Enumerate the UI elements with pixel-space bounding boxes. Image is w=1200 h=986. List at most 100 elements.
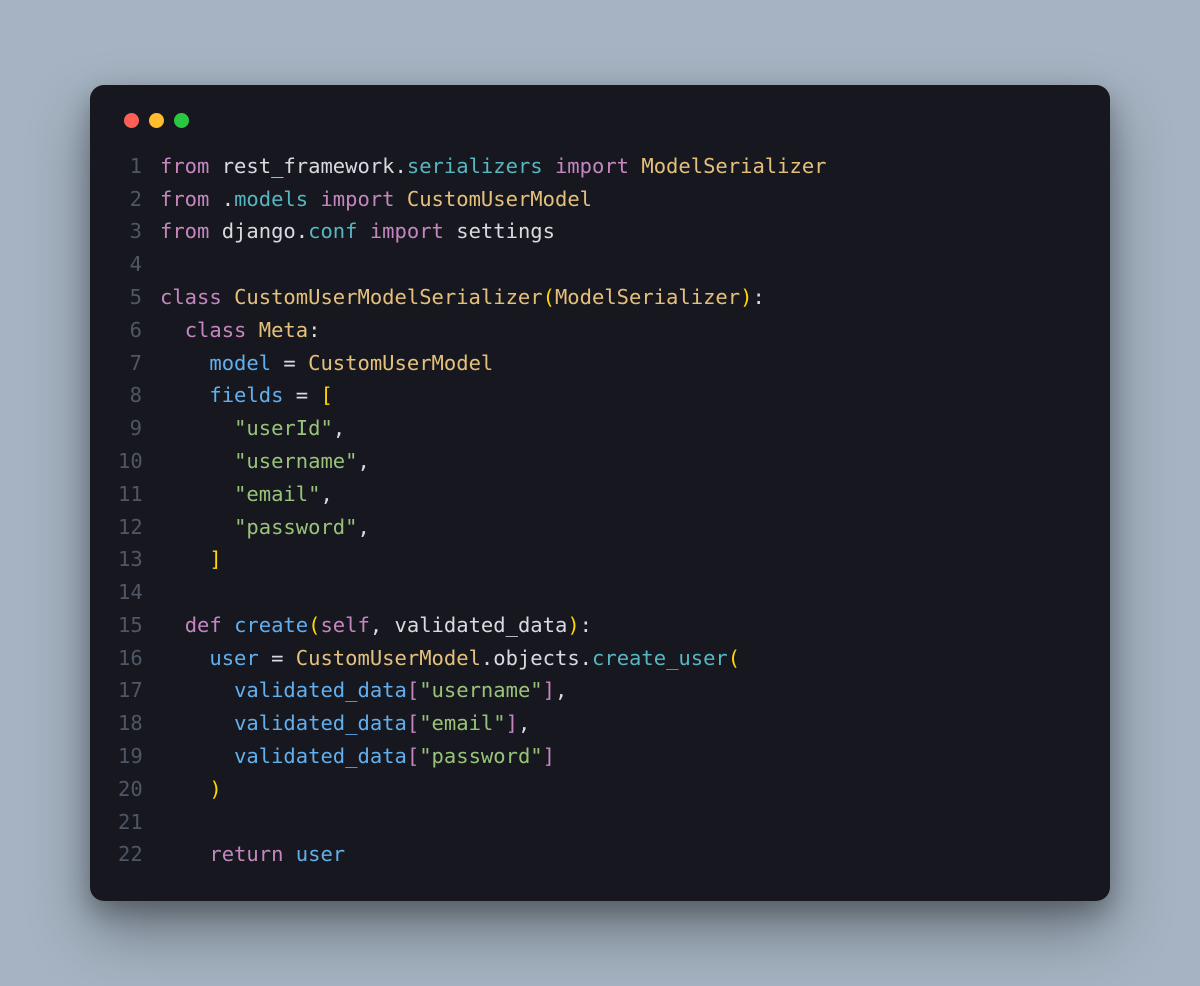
token-plain	[160, 777, 209, 801]
token-keyword: import	[543, 154, 642, 178]
token-func: conf	[308, 219, 357, 243]
token-ident: user	[209, 646, 258, 670]
token-plain	[160, 416, 234, 440]
token-punct: ,	[357, 515, 369, 539]
token-plain	[160, 744, 234, 768]
token-punct: :	[580, 613, 592, 637]
maximize-icon[interactable]	[174, 113, 189, 128]
token-class: CustomUserModel	[407, 187, 592, 211]
token-keyword: class	[185, 318, 259, 342]
code-line: 20 )	[118, 773, 1082, 806]
token-plain	[160, 515, 234, 539]
line-number: 12	[118, 511, 160, 544]
code-line: 22 return user	[118, 838, 1082, 871]
token-class: Meta	[259, 318, 308, 342]
token-func: models	[234, 187, 308, 211]
code-line: 3from django.conf import settings	[118, 215, 1082, 248]
line-number: 19	[118, 740, 160, 773]
token-punct: ,	[357, 449, 369, 473]
token-string: "password"	[419, 744, 542, 768]
code-line: 15 def create(self, validated_data):	[118, 609, 1082, 642]
line-number: 1	[118, 150, 160, 183]
code-line: 4	[118, 248, 1082, 281]
token-string: "username"	[419, 678, 542, 702]
token-punct: ,	[333, 416, 345, 440]
token-op: =	[271, 351, 308, 375]
line-content: from rest_framework.serializers import M…	[160, 150, 1082, 183]
token-plain	[160, 482, 234, 506]
token-string: "username"	[234, 449, 357, 473]
token-plain	[160, 711, 234, 735]
token-funcdef: create	[234, 613, 308, 637]
token-plain	[160, 646, 209, 670]
token-param: validated_data	[395, 613, 568, 637]
line-number: 16	[118, 642, 160, 675]
line-number: 4	[118, 248, 160, 281]
token-keyword: from	[160, 187, 222, 211]
token-bracket2: ]	[543, 744, 555, 768]
token-punct: :	[752, 285, 764, 309]
line-number: 6	[118, 314, 160, 347]
token-bracket2: [	[407, 744, 419, 768]
token-keyword: from	[160, 219, 222, 243]
token-bracket: (	[728, 646, 740, 670]
line-content	[160, 806, 1082, 839]
token-keyword: class	[160, 285, 234, 309]
token-dot: .	[222, 187, 234, 211]
line-content: from .models import CustomUserModel	[160, 183, 1082, 216]
token-keyword: from	[160, 154, 222, 178]
token-ident: model	[209, 351, 271, 375]
token-class: CustomUserModelSerializer	[234, 285, 543, 309]
line-number: 22	[118, 838, 160, 871]
token-plain	[160, 678, 234, 702]
line-number: 9	[118, 412, 160, 445]
minimize-icon[interactable]	[149, 113, 164, 128]
line-number: 13	[118, 543, 160, 576]
token-bracket2: ]	[506, 711, 518, 735]
code-line: 7 model = CustomUserModel	[118, 347, 1082, 380]
line-number: 14	[118, 576, 160, 609]
line-content: fields = [	[160, 379, 1082, 412]
line-number: 2	[118, 183, 160, 216]
token-string: "userId"	[234, 416, 333, 440]
token-op: =	[259, 646, 296, 670]
token-bracket2: ]	[543, 678, 555, 702]
token-bracket: )	[740, 285, 752, 309]
token-plain	[160, 613, 185, 637]
code-line: 9 "userId",	[118, 412, 1082, 445]
code-line: 2from .models import CustomUserModel	[118, 183, 1082, 216]
token-bracket: ]	[209, 547, 221, 571]
line-content: ]	[160, 543, 1082, 576]
token-bracket: (	[308, 613, 320, 637]
line-number: 8	[118, 379, 160, 412]
code-line: 12 "password",	[118, 511, 1082, 544]
code-line: 14	[118, 576, 1082, 609]
line-number: 3	[118, 215, 160, 248]
close-icon[interactable]	[124, 113, 139, 128]
token-dot: .	[481, 646, 493, 670]
code-line: 21	[118, 806, 1082, 839]
line-content: user = CustomUserModel.objects.create_us…	[160, 642, 1082, 675]
line-content: class Meta:	[160, 314, 1082, 347]
token-plain	[160, 449, 234, 473]
token-class: CustomUserModel	[296, 646, 481, 670]
code-line: 11 "email",	[118, 478, 1082, 511]
token-class: CustomUserModel	[308, 351, 493, 375]
line-content: validated_data["email"],	[160, 707, 1082, 740]
token-punct: ,	[370, 613, 395, 637]
traffic-lights	[118, 109, 1082, 150]
code-editor[interactable]: 1from rest_framework.serializers import …	[118, 150, 1082, 872]
code-line: 18 validated_data["email"],	[118, 707, 1082, 740]
line-content	[160, 576, 1082, 609]
line-number: 20	[118, 773, 160, 806]
line-content: from django.conf import settings	[160, 215, 1082, 248]
line-content: validated_data["username"],	[160, 674, 1082, 707]
line-content: model = CustomUserModel	[160, 347, 1082, 380]
token-ident: validated_data	[234, 678, 407, 702]
token-plain	[160, 351, 209, 375]
token-keyword: import	[308, 187, 407, 211]
line-content: "userId",	[160, 412, 1082, 445]
code-line: 17 validated_data["username"],	[118, 674, 1082, 707]
token-string: "email"	[419, 711, 505, 735]
token-punct: ,	[518, 711, 530, 735]
